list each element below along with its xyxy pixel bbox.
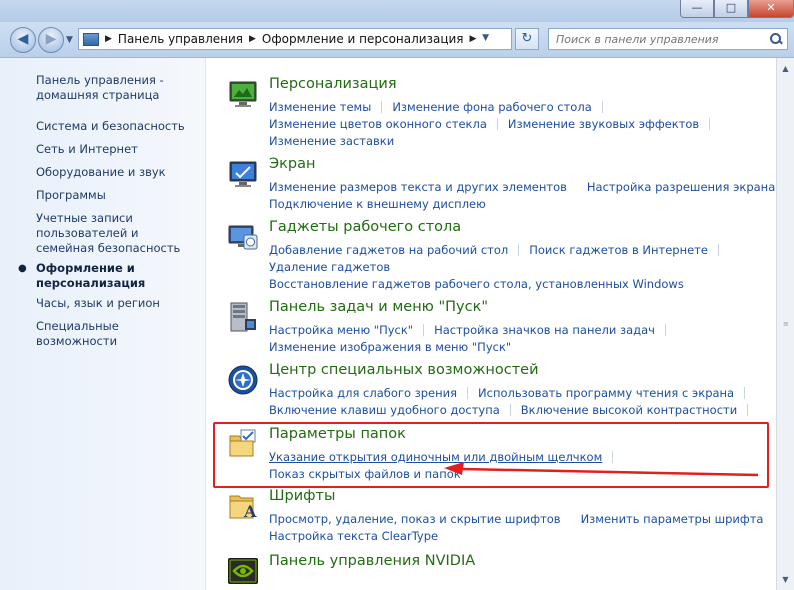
link-text-size[interactable]: Изменение размеров текста и других элеме… xyxy=(269,180,567,194)
breadcrumb-arrow-icon[interactable]: ▶ xyxy=(105,34,112,44)
breadcrumb-appearance[interactable]: Оформление и персонализация xyxy=(262,32,464,46)
control-panel-icon xyxy=(83,32,99,46)
sidebar-item-programs[interactable]: Программы xyxy=(36,188,196,203)
link-separator xyxy=(381,100,383,113)
navigation-bar: ◀ ▶ ▼ ▶ Панель управления ▶ Оформление и… xyxy=(0,22,794,58)
link-separator xyxy=(423,323,425,336)
link-separator xyxy=(747,403,749,416)
link-separator xyxy=(496,117,498,130)
link-low-vision[interactable]: Настройка для слабого зрения xyxy=(269,386,457,400)
nvidia-icon xyxy=(228,558,258,584)
close-button[interactable]: ✕ xyxy=(748,0,794,18)
scroll-down-icon[interactable]: ▼ xyxy=(777,571,794,588)
link-manage-fonts[interactable]: Просмотр, удаление, показ и скрытие шриф… xyxy=(269,512,561,526)
vertical-scrollbar[interactable]: ▲ ≡ ▼ xyxy=(776,58,794,590)
sidebar-item-accessibility[interactable]: Специальные возможности xyxy=(36,319,196,349)
sidebar-item-hardware-sound[interactable]: Оборудование и звук xyxy=(36,165,196,180)
scroll-grip-icon[interactable]: ≡ xyxy=(783,320,789,328)
history-dropdown-icon[interactable]: ▼ xyxy=(66,35,73,45)
taskbar-icon xyxy=(230,302,256,332)
forward-button[interactable]: ▶ xyxy=(38,27,64,53)
main-content: Персонализация Изменение темы Изменение … xyxy=(207,58,776,590)
category-title[interactable]: Центр специальных возможностей xyxy=(269,362,539,378)
sidebar-item-clock-language[interactable]: Часы, язык и регион xyxy=(36,296,196,311)
link-remove-gadgets[interactable]: Удаление гаджетов xyxy=(269,260,390,274)
link-add-gadgets[interactable]: Добавление гаджетов на рабочий стол xyxy=(269,243,508,257)
link-find-gadgets[interactable]: Поиск гаджетов в Интернете xyxy=(529,243,708,257)
maximize-button[interactable]: □ xyxy=(714,0,748,18)
sidebar-item-network[interactable]: Сеть и Интернет xyxy=(36,142,196,157)
category-title[interactable]: Персонализация xyxy=(269,76,397,92)
link-screen-reader[interactable]: Использовать программу чтения с экрана xyxy=(478,386,734,400)
link-separator xyxy=(664,323,666,336)
link-separator xyxy=(467,386,469,399)
search-input[interactable] xyxy=(549,32,763,46)
sidebar-item-system-security[interactable]: Система и безопасность xyxy=(36,119,196,134)
accessibility-icon xyxy=(228,365,258,395)
link-start-menu[interactable]: Настройка меню "Пуск" xyxy=(269,323,413,337)
link-sticky-keys[interactable]: Включение клавиш удобного доступа xyxy=(269,403,500,417)
breadcrumb-arrow-icon[interactable]: ▶ xyxy=(249,34,256,44)
link-screen-resolution[interactable]: Настройка разрешения экрана xyxy=(587,180,775,194)
display-icon xyxy=(229,161,257,187)
link-separator xyxy=(509,403,511,416)
search-box[interactable] xyxy=(548,28,788,50)
minimize-button[interactable]: — xyxy=(680,0,714,18)
back-button[interactable]: ◀ xyxy=(10,27,36,53)
category-title[interactable]: Панель управления NVIDIA xyxy=(269,553,475,569)
link-font-settings[interactable]: Изменить параметры шрифта xyxy=(581,512,764,526)
link-separator xyxy=(709,117,711,130)
search-icon[interactable] xyxy=(769,32,783,46)
link-taskbar-icons[interactable]: Настройка значков на панели задач xyxy=(434,323,655,337)
link-separator xyxy=(744,386,746,399)
link-change-background[interactable]: Изменение фона рабочего стола xyxy=(392,100,591,114)
link-separator xyxy=(717,243,719,256)
category-title[interactable]: Панель задач и меню "Пуск" xyxy=(269,299,488,315)
link-cleartype[interactable]: Настройка текста ClearType xyxy=(269,529,438,543)
window-controls: — □ ✕ xyxy=(680,0,794,18)
refresh-button[interactable]: ↻ xyxy=(515,28,539,50)
gadgets-icon xyxy=(228,225,258,250)
sidebar: Панель управления - домашняя страница Си… xyxy=(0,58,206,590)
sidebar-item-home[interactable]: Панель управления - домашняя страница xyxy=(36,73,196,103)
link-sound-effects[interactable]: Изменение звуковых эффектов xyxy=(508,117,699,131)
fonts-icon: A xyxy=(229,495,257,521)
link-start-picture[interactable]: Изменение изображения в меню "Пуск" xyxy=(269,340,511,354)
category-title[interactable]: Шрифты xyxy=(269,488,335,504)
category-title[interactable]: Экран xyxy=(269,156,315,172)
link-window-color[interactable]: Изменение цветов оконного стекла xyxy=(269,117,487,131)
breadcrumb-control-panel[interactable]: Панель управления xyxy=(118,32,243,46)
link-screensaver[interactable]: Изменение заставки xyxy=(269,134,394,148)
link-separator xyxy=(601,100,603,113)
link-restore-gadgets[interactable]: Восстановление гаджетов рабочего стола, … xyxy=(269,277,684,291)
annotation-arrow-icon xyxy=(444,462,759,477)
link-change-theme[interactable]: Изменение темы xyxy=(269,100,371,114)
sidebar-item-user-accounts[interactable]: Учетные записи пользователей и семейная … xyxy=(36,211,196,256)
breadcrumb-arrow-icon[interactable]: ▶ xyxy=(470,34,477,44)
category-title[interactable]: Гаджеты рабочего стола xyxy=(269,219,461,235)
address-bar[interactable]: ▶ Панель управления ▶ Оформление и персо… xyxy=(78,28,539,50)
link-high-contrast[interactable]: Включение высокой контрастности xyxy=(521,403,737,417)
sidebar-item-appearance[interactable]: Оформление и персонализация xyxy=(36,261,196,291)
svg-text:A: A xyxy=(243,502,257,521)
active-bullet-icon: ● xyxy=(18,263,27,274)
scroll-up-icon[interactable]: ▲ xyxy=(777,60,794,77)
address-dropdown-icon[interactable]: ▼ xyxy=(482,33,489,43)
link-separator xyxy=(518,243,520,256)
personalization-icon xyxy=(229,81,257,107)
link-external-display[interactable]: Подключение к внешнему дисплею xyxy=(269,197,486,211)
